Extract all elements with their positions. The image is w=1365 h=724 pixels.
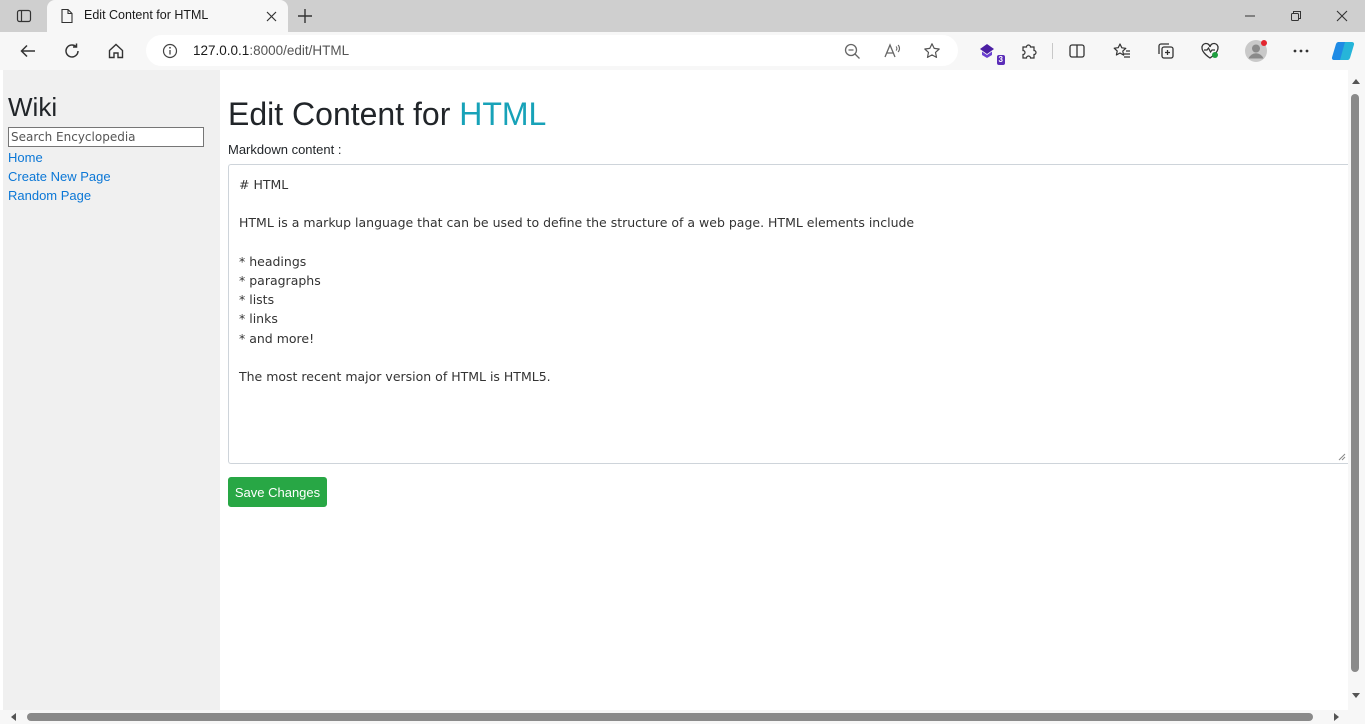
horizontal-scroll-thumb[interactable] xyxy=(27,713,1313,721)
search-input[interactable] xyxy=(8,127,204,147)
close-icon xyxy=(266,11,276,21)
favorite-button[interactable] xyxy=(923,42,941,60)
more-icon xyxy=(1293,49,1309,53)
read-aloud-button[interactable] xyxy=(883,42,901,60)
collections-icon xyxy=(1158,43,1174,59)
markdown-label: Markdown content : xyxy=(228,142,342,157)
scroll-up-icon[interactable] xyxy=(1352,79,1360,84)
textarea-line: * lists xyxy=(239,292,275,308)
address-bar[interactable]: 127.0.0.1:8000/edit/HTML xyxy=(146,35,958,66)
puzzle-icon xyxy=(1022,44,1037,59)
textarea-line xyxy=(239,233,1338,252)
split-screen-button[interactable] xyxy=(1061,35,1093,67)
document-icon xyxy=(61,8,73,24)
close-window-icon xyxy=(1336,10,1348,22)
page-title-prefix: Edit Content for xyxy=(228,96,460,132)
profile-button[interactable] xyxy=(1240,35,1272,67)
textarea-line: * paragraphs xyxy=(239,272,321,288)
favorite-star-icon xyxy=(924,43,940,58)
split-screen-icon xyxy=(1069,44,1085,58)
markdown-textarea[interactable]: # HTML HTML is a markup language that ca… xyxy=(228,164,1348,464)
refresh-icon xyxy=(65,43,79,58)
extensions-button[interactable] xyxy=(1013,35,1045,67)
restore-button[interactable] xyxy=(1273,0,1319,32)
home-icon xyxy=(108,43,124,59)
textarea-line xyxy=(239,194,1338,213)
favorites-icon xyxy=(1113,43,1130,58)
favorites-button[interactable] xyxy=(1106,35,1138,67)
read-aloud-icon xyxy=(884,43,901,58)
tab-actions-button[interactable] xyxy=(10,4,38,28)
zoom-out-button[interactable] xyxy=(843,42,861,60)
back-button[interactable] xyxy=(12,35,44,67)
info-icon[interactable] xyxy=(162,43,178,59)
resize-grip-icon[interactable] xyxy=(1338,453,1346,461)
nav-link-random-page[interactable]: Random Page xyxy=(8,188,91,203)
url-text[interactable]: 127.0.0.1:8000/edit/HTML xyxy=(193,43,349,58)
copilot-button[interactable] xyxy=(1327,35,1359,67)
save-changes-button[interactable]: Save Changes xyxy=(228,477,327,507)
extension-badge: 3 xyxy=(996,55,1005,65)
zoom-out-icon xyxy=(844,43,860,59)
toolbar-divider xyxy=(1052,43,1053,59)
scroll-right-icon[interactable] xyxy=(1334,713,1339,721)
browser-tab[interactable]: Edit Content for HTML xyxy=(47,0,288,32)
browser-essentials-button[interactable] xyxy=(1194,35,1226,67)
scroll-down-icon[interactable] xyxy=(1352,693,1360,698)
minimize-icon xyxy=(1245,15,1255,17)
close-tab-button[interactable] xyxy=(262,7,280,25)
minimize-button[interactable] xyxy=(1227,0,1273,32)
textarea-line: The most recent major version of HTML is… xyxy=(239,368,551,384)
textarea-line: HTML is a markup language that can be us… xyxy=(239,215,915,231)
nav-link-home[interactable]: Home xyxy=(8,150,43,165)
copilot-icon xyxy=(1331,41,1355,61)
close-window-button[interactable] xyxy=(1319,0,1365,32)
notification-dot xyxy=(1261,40,1267,46)
collections-button[interactable] xyxy=(1150,35,1182,67)
vertical-scrollbar[interactable] xyxy=(1348,70,1365,710)
page-title: Edit Content for HTML xyxy=(228,96,546,133)
home-button[interactable] xyxy=(100,35,132,67)
refresh-button[interactable] xyxy=(56,35,88,67)
textarea-line: # HTML xyxy=(239,177,289,192)
title-bar: Edit Content for HTML xyxy=(0,0,1365,32)
scroll-left-icon[interactable] xyxy=(11,713,16,721)
url-host: 127.0.0.1 xyxy=(193,43,250,58)
sidebar: Wiki Home Create New Page Random Page xyxy=(3,70,220,710)
site-title: Wiki xyxy=(8,92,58,122)
vertical-scroll-thumb[interactable] xyxy=(1351,94,1359,672)
browser-essentials-icon xyxy=(1201,42,1219,59)
textarea-line: * and more! xyxy=(239,330,315,346)
new-tab-icon xyxy=(298,9,312,23)
textarea-line: * headings xyxy=(239,253,307,269)
back-icon xyxy=(20,44,35,58)
new-tab-button[interactable] xyxy=(293,4,317,28)
restore-icon xyxy=(1291,11,1301,21)
textarea-line: * links xyxy=(239,311,278,327)
textarea-line xyxy=(239,348,1338,367)
nav-link-create-new-page[interactable]: Create New Page xyxy=(8,169,111,184)
main-content: Edit Content for HTML Markdown content :… xyxy=(228,70,1348,710)
more-button[interactable] xyxy=(1285,35,1317,67)
horizontal-scrollbar[interactable] xyxy=(0,710,1365,724)
url-path: :8000/edit/HTML xyxy=(249,43,350,58)
extension-button[interactable]: 3 xyxy=(971,35,1005,67)
tab-title: Edit Content for HTML xyxy=(84,8,209,22)
tab-actions-icon xyxy=(16,9,32,23)
extension-icon xyxy=(980,44,994,58)
page-title-topic: HTML xyxy=(459,96,547,132)
page-viewport: Wiki Home Create New Page Random Page Ed… xyxy=(0,70,1365,724)
browser-toolbar: 127.0.0.1:8000/edit/HTML 3 xyxy=(0,32,1365,70)
